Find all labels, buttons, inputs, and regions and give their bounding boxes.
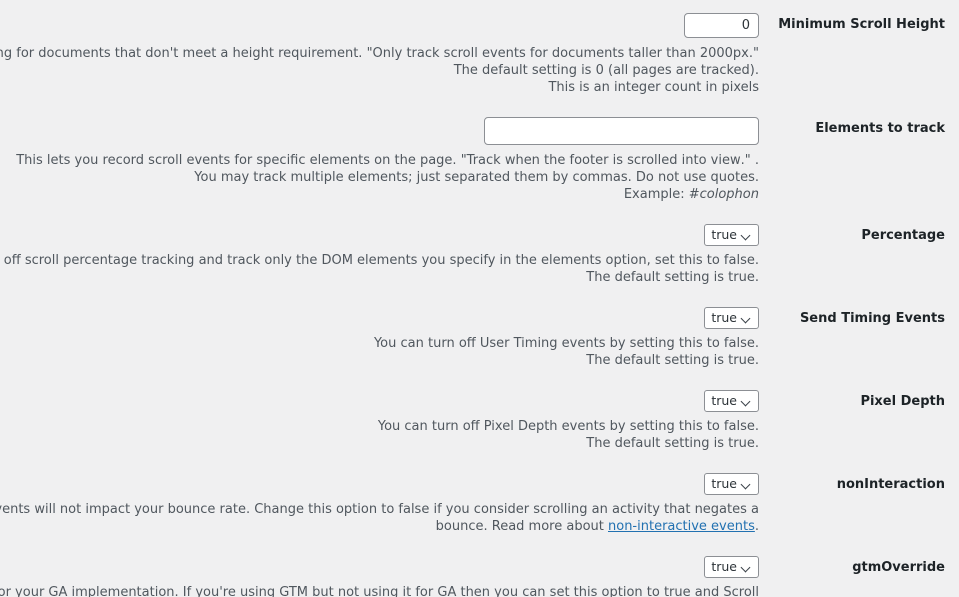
gtmoverride-select-value: true	[711, 558, 737, 574]
label-percentage: Percentage	[861, 228, 945, 243]
noninteraction-select[interactable]: true	[704, 473, 759, 495]
description-gtmoverride: nager it assumes that you're using it fo…	[0, 584, 759, 597]
description-line: This is an integer count in pixels	[548, 80, 759, 95]
label-gtmoverride: gtmOverride	[852, 560, 945, 575]
chevron-down-icon	[742, 480, 751, 489]
description-line: .The default setting is true	[586, 270, 759, 285]
percentage-select[interactable]: true	[704, 224, 759, 246]
label-minimum-scroll-height: Minimum Scroll Height	[778, 17, 945, 32]
chevron-down-icon	[742, 231, 751, 240]
field-percentage: true .If you want to turn off scroll per…	[0, 211, 769, 294]
description-line: . ".This lets you record scroll events f…	[16, 153, 759, 168]
label-noninteraction: nonInteraction	[836, 477, 945, 492]
description-line: .The default setting is true	[586, 436, 759, 451]
elements-to-track-input[interactable]	[484, 117, 759, 145]
description-line: .The default setting is 0 (all pages are…	[453, 63, 759, 78]
description-line: .The default setting is true	[586, 353, 759, 368]
field-send-timing-events: true .You can turn off User Timing event…	[0, 294, 769, 377]
pixel-depth-select-value: true	[711, 392, 737, 408]
example-prefix: Example:	[623, 187, 689, 202]
example-selector: #colophon	[688, 187, 759, 202]
setting-row-elements-to-track: Elements to track . ".This lets you reco…	[0, 104, 959, 211]
field-gtmoverride: true nager it assumes that you're using …	[0, 543, 769, 597]
field-elements-to-track: . ".This lets you record scroll events f…	[0, 104, 769, 211]
description-line: nager it assumes that you're using it fo…	[0, 585, 759, 597]
label-send-timing-events: Send Timing Events	[799, 311, 945, 326]
non-interactive-events-link[interactable]: non-interactive events	[608, 519, 755, 534]
description-line: .You can turn off User Timing events by …	[373, 336, 759, 351]
field-pixel-depth: true .You can turn off Pixel Depth event…	[0, 377, 769, 460]
send-timing-events-select-value: true	[711, 309, 737, 325]
description-line: .You can turn off Pixel Depth events by …	[377, 419, 759, 434]
field-noninteraction: true action=true, which means that scrol…	[0, 460, 769, 543]
description-line: ".This lets you disable scroll tracking …	[0, 46, 759, 61]
field-minimum-scroll-height: ".This lets you disable scroll tracking …	[0, 0, 769, 104]
description-percentage: .If you want to turn off scroll percenta…	[0, 252, 759, 286]
description-elements-to-track: . ".This lets you record scroll events f…	[10, 152, 759, 203]
description-line: action=true, which means that scroll eve…	[0, 502, 759, 517]
settings-table: Minimum Scroll Height ".This lets you di…	[0, 0, 959, 597]
setting-row-pixel-depth: Pixel Depth true .You can turn off Pixel…	[0, 377, 959, 460]
percentage-select-value: true	[711, 226, 737, 242]
description-line: .If you want to turn off scroll percenta…	[0, 253, 759, 268]
noninteraction-select-value: true	[711, 475, 737, 491]
setting-row-noninteraction: nonInteraction true action=true, which m…	[0, 460, 959, 543]
chevron-down-icon	[742, 397, 751, 406]
setting-row-minimum-scroll-height: Minimum Scroll Height ".This lets you di…	[0, 0, 959, 104]
send-timing-events-select[interactable]: true	[704, 307, 759, 329]
label-pixel-depth: Pixel Depth	[860, 394, 945, 409]
description-noninteraction: action=true, which means that scroll eve…	[0, 501, 759, 535]
setting-row-gtmoverride: gtmOverride true nager it assumes that y…	[0, 543, 959, 597]
description-minimum-scroll-height: ".This lets you disable scroll tracking …	[0, 45, 759, 96]
description-pixel-depth: .You can turn off Pixel Depth events by …	[10, 418, 759, 452]
description-send-timing-events: .You can turn off User Timing events by …	[10, 335, 759, 369]
description-line-example: Example: #colophon	[10, 186, 759, 203]
description-line-link: .bounce. Read more about non-interactive…	[10, 518, 759, 535]
pixel-depth-select[interactable]: true	[704, 390, 759, 412]
label-elements-to-track: Elements to track	[815, 121, 945, 136]
chevron-down-icon	[742, 314, 751, 323]
minimum-scroll-height-input[interactable]	[684, 13, 759, 38]
settings-form: Minimum Scroll Height ".This lets you di…	[0, 0, 959, 597]
description-line: .You may track multiple elements; just s…	[194, 170, 759, 185]
setting-row-send-timing-events: Send Timing Events true .You can turn of…	[0, 294, 959, 377]
setting-row-percentage: Percentage true .If you want to turn off…	[0, 211, 959, 294]
gtmoverride-select[interactable]: true	[704, 556, 759, 578]
chevron-down-icon	[742, 563, 751, 572]
